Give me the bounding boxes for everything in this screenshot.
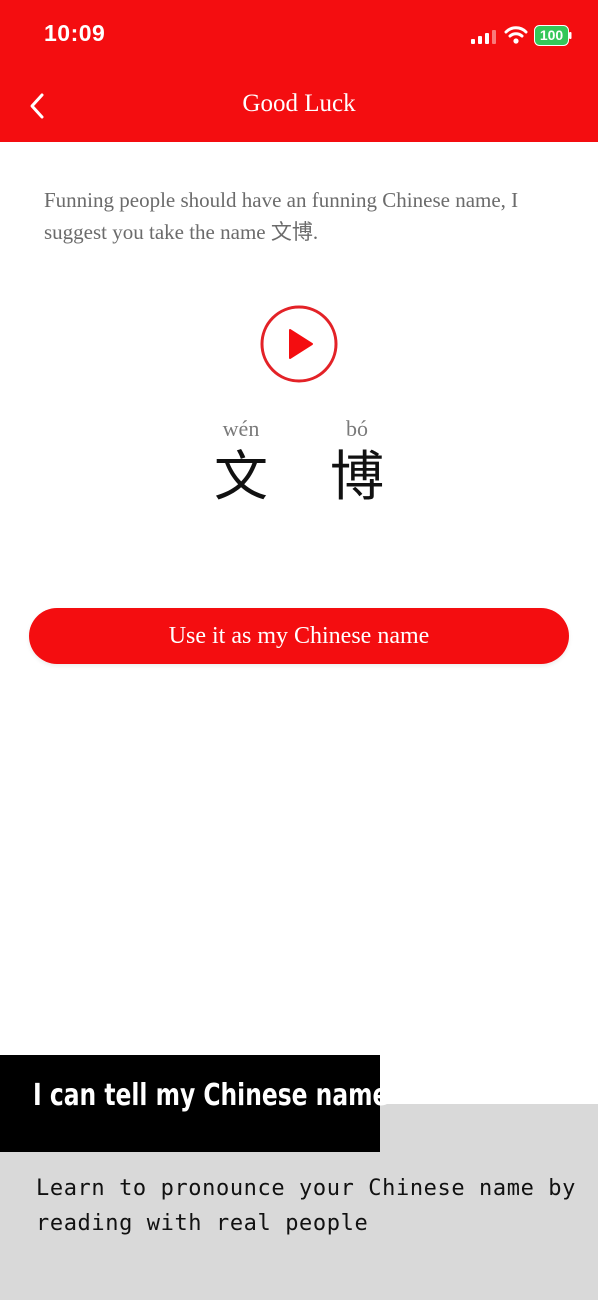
name-char-2: bó 博 (307, 415, 407, 507)
use-name-button[interactable]: Use it as my Chinese name (29, 608, 569, 664)
status-time: 10:09 (44, 20, 106, 46)
play-icon[interactable] (259, 304, 339, 384)
signal-icon (471, 30, 496, 44)
pinyin-1: wén (222, 416, 260, 441)
hanzi-1: 文 (214, 445, 268, 508)
wifi-icon (504, 26, 528, 44)
page-title: Good Luck (242, 90, 356, 117)
promo-subtitle: Learn to pronounce your Chinese name by … (36, 1176, 576, 1236)
pinyin-2: bó (346, 416, 368, 441)
suggestion-text: Funning people should have an funning Ch… (44, 188, 519, 244)
battery-level: 100 (539, 27, 564, 43)
hanzi-2: 博 (330, 445, 384, 508)
app-header: 10:09 100 Good Luck (0, 0, 598, 142)
promo-title: I can tell my Chinese name (33, 1078, 389, 1113)
battery-icon: 100 (534, 25, 572, 46)
name-char-1: wén 文 (191, 415, 291, 507)
